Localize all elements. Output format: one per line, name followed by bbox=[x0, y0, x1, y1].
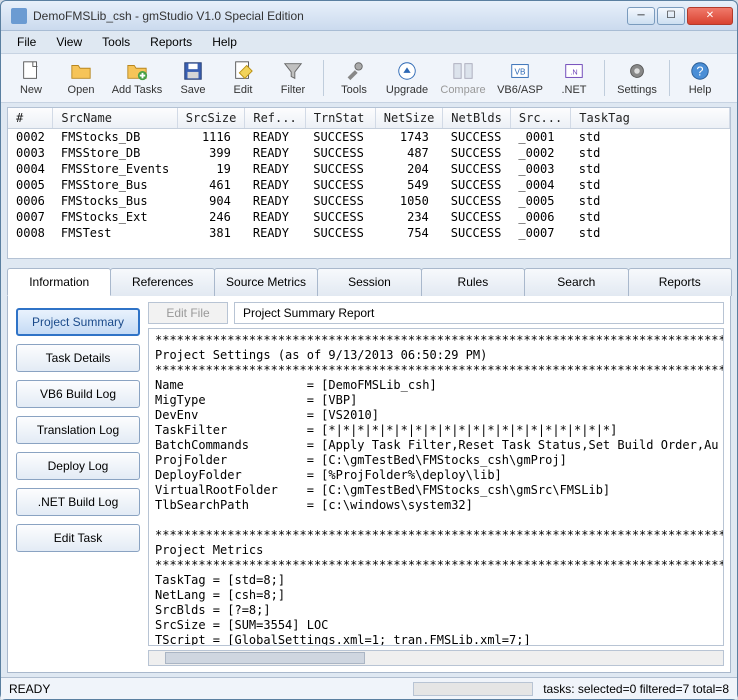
btn-vb6-build-log[interactable]: VB6 Build Log bbox=[16, 380, 140, 408]
col-src[interactable]: Src... bbox=[510, 108, 570, 129]
edit-button[interactable]: Edit bbox=[219, 56, 267, 100]
table-row[interactable]: 0007FMStocks_Ext246READYSUCCESS234SUCCES… bbox=[8, 209, 730, 225]
tabstrip: Information References Source Metrics Se… bbox=[7, 267, 731, 296]
col-ref[interactable]: Ref... bbox=[245, 108, 305, 129]
col-number[interactable]: # bbox=[8, 108, 53, 129]
svg-text:.N: .N bbox=[570, 68, 577, 77]
open-icon bbox=[70, 60, 92, 82]
app-window: DemoFMSLib_csh - gmStudio V1.0 Special E… bbox=[0, 0, 738, 700]
titlebar: DemoFMSLib_csh - gmStudio V1.0 Special E… bbox=[1, 1, 737, 31]
table-row[interactable]: 0002FMStocks_DB1116READYSUCCESS1743SUCCE… bbox=[8, 129, 730, 146]
filter-button[interactable]: Filter bbox=[269, 56, 317, 100]
menu-help[interactable]: Help bbox=[204, 33, 245, 51]
tab-information[interactable]: Information bbox=[7, 268, 111, 296]
dotnet-icon: .N bbox=[563, 60, 585, 82]
dotnet-button[interactable]: .N.NET bbox=[550, 56, 598, 100]
tab-session[interactable]: Session bbox=[317, 268, 421, 296]
open-button[interactable]: Open bbox=[57, 56, 105, 100]
report-text[interactable]: ****************************************… bbox=[148, 328, 724, 646]
svg-text:?: ? bbox=[696, 64, 703, 79]
save-icon bbox=[182, 60, 204, 82]
tab-references[interactable]: References bbox=[110, 268, 214, 296]
tab-rules[interactable]: Rules bbox=[421, 268, 525, 296]
help-icon: ? bbox=[689, 60, 711, 82]
vb6asp-button[interactable]: VBVB6/ASP bbox=[492, 56, 548, 100]
btn-dotnet-build-log[interactable]: .NET Build Log bbox=[16, 488, 140, 516]
menu-reports[interactable]: Reports bbox=[142, 33, 200, 51]
btn-deploy-log[interactable]: Deploy Log bbox=[16, 452, 140, 480]
compare-icon bbox=[452, 60, 474, 82]
gear-icon bbox=[626, 60, 648, 82]
tools-button[interactable]: Tools bbox=[330, 56, 378, 100]
edit-icon bbox=[232, 60, 254, 82]
new-button[interactable]: New bbox=[7, 56, 55, 100]
tab-reports[interactable]: Reports bbox=[628, 268, 732, 296]
grid-header-row: # SrcName SrcSize Ref... TrnStat NetSize… bbox=[8, 108, 730, 129]
status-tasks: tasks: selected=0 filtered=7 total=8 bbox=[543, 682, 729, 696]
table-row[interactable]: 0005FMSStore_Bus461READYSUCCESS549SUCCES… bbox=[8, 177, 730, 193]
statusbar: READY tasks: selected=0 filtered=7 total… bbox=[1, 677, 737, 699]
menu-file[interactable]: File bbox=[9, 33, 44, 51]
minimize-button[interactable]: ─ bbox=[627, 7, 655, 25]
btn-project-summary[interactable]: Project Summary bbox=[16, 308, 140, 336]
close-button[interactable]: ✕ bbox=[687, 7, 733, 25]
save-button[interactable]: Save bbox=[169, 56, 217, 100]
tab-source-metrics[interactable]: Source Metrics bbox=[214, 268, 318, 296]
btn-translation-log[interactable]: Translation Log bbox=[16, 416, 140, 444]
settings-button[interactable]: Settings bbox=[611, 56, 663, 100]
table-row[interactable]: 0004FMSStore_Events19READYSUCCESS204SUCC… bbox=[8, 161, 730, 177]
edit-file-button: Edit File bbox=[148, 302, 228, 324]
task-grid[interactable]: # SrcName SrcSize Ref... TrnStat NetSize… bbox=[7, 107, 731, 259]
new-icon bbox=[20, 60, 42, 82]
svg-text:VB: VB bbox=[514, 68, 526, 77]
table-row[interactable]: 0008FMSTest381READYSUCCESS754SUCCESS_000… bbox=[8, 225, 730, 241]
upgrade-button[interactable]: Upgrade bbox=[380, 56, 434, 100]
col-trnstat[interactable]: TrnStat bbox=[305, 108, 375, 129]
tab-search[interactable]: Search bbox=[524, 268, 628, 296]
table-row[interactable]: 0006FMStocks_Bus904READYSUCCESS1050SUCCE… bbox=[8, 193, 730, 209]
menu-view[interactable]: View bbox=[48, 33, 90, 51]
help-button[interactable]: ?Help bbox=[676, 56, 724, 100]
compare-button[interactable]: Compare bbox=[436, 56, 490, 100]
tools-icon bbox=[343, 60, 365, 82]
menubar: File View Tools Reports Help bbox=[1, 31, 737, 53]
status-ready: READY bbox=[9, 682, 129, 696]
window-title: DemoFMSLib_csh - gmStudio V1.0 Special E… bbox=[33, 9, 627, 23]
btn-task-details[interactable]: Task Details bbox=[16, 344, 140, 372]
add-tasks-button[interactable]: Add Tasks bbox=[107, 56, 167, 100]
table-row[interactable]: 0003FMSStore_DB399READYSUCCESS487SUCCESS… bbox=[8, 145, 730, 161]
btn-edit-task[interactable]: Edit Task bbox=[16, 524, 140, 552]
tab-content: Project Summary Task Details VB6 Build L… bbox=[7, 296, 731, 673]
filter-icon bbox=[282, 60, 304, 82]
col-netblds[interactable]: NetBlds bbox=[443, 108, 511, 129]
vb6-icon: VB bbox=[509, 60, 531, 82]
horizontal-scrollbar[interactable] bbox=[148, 650, 724, 666]
progress-bar bbox=[413, 682, 533, 696]
side-buttons: Project Summary Task Details VB6 Build L… bbox=[14, 302, 142, 666]
report-title: Project Summary Report bbox=[234, 302, 724, 324]
scrollbar-thumb[interactable] bbox=[165, 652, 365, 664]
app-icon bbox=[11, 8, 27, 24]
toolbar: New Open Add Tasks Save Edit Filter Tool… bbox=[1, 53, 737, 103]
col-srcsize[interactable]: SrcSize bbox=[177, 108, 245, 129]
col-tasktag[interactable]: TaskTag bbox=[571, 108, 730, 129]
maximize-button[interactable]: ☐ bbox=[657, 7, 685, 25]
add-tasks-icon bbox=[126, 60, 148, 82]
menu-tools[interactable]: Tools bbox=[94, 33, 138, 51]
col-srcname[interactable]: SrcName bbox=[53, 108, 177, 129]
upgrade-icon bbox=[396, 60, 418, 82]
col-netsize[interactable]: NetSize bbox=[375, 108, 443, 129]
